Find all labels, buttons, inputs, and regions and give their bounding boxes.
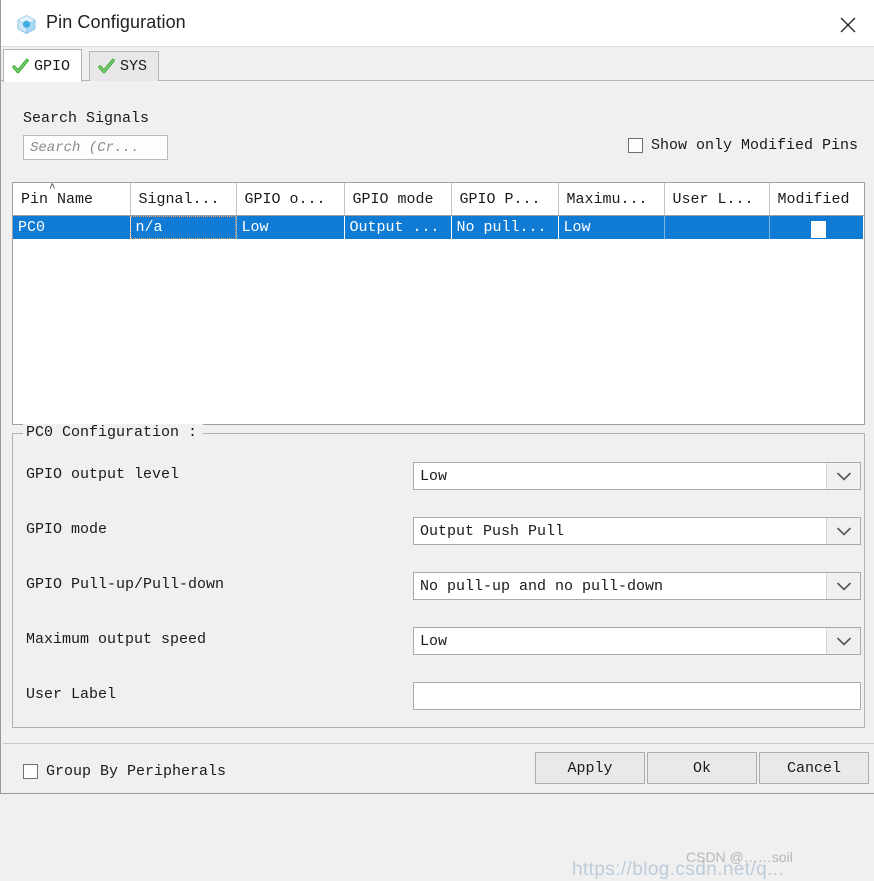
footer-divider (3, 743, 874, 744)
column-label: Modified (777, 190, 850, 208)
cell-gpio-mode[interactable]: Output ... (344, 215, 451, 239)
group-title: PC0 Configuration : (23, 424, 204, 441)
column-header-gpio-mode[interactable]: GPIO mode (344, 183, 452, 216)
table-header-row: ^ Pin Name Signal... GPIO o... GPIO mode… (13, 183, 864, 216)
green-check-icon (12, 58, 29, 75)
cell-modified[interactable] (769, 215, 864, 239)
tab-sys[interactable]: SYS (89, 51, 160, 81)
column-header-maximum-speed[interactable]: Maximu... (558, 183, 665, 216)
modified-checkbox[interactable] (811, 220, 827, 238)
selected-value: Low (420, 467, 448, 485)
column-header-modified[interactable]: Modified (769, 183, 864, 216)
column-label: Maximu... (566, 190, 648, 208)
checkbox-box (23, 764, 38, 779)
chevron-down-icon (826, 573, 860, 599)
field-gpio-output-level: GPIO output level Low (13, 462, 866, 490)
column-header-signal[interactable]: Signal... (130, 183, 237, 216)
field-user-label: User Label (13, 682, 866, 710)
dialog-body: Search Signals Show only Modified Pins ^ (2, 81, 874, 880)
window-title: Pin Configuration (46, 12, 186, 32)
close-icon[interactable] (821, 0, 874, 47)
watermark-user: CSDN @……soil (686, 849, 793, 865)
ok-button[interactable]: Ok (647, 752, 757, 784)
apply-button[interactable]: Apply (535, 752, 645, 784)
cancel-button[interactable]: Cancel (759, 752, 869, 784)
field-label: GPIO mode (26, 521, 108, 538)
show-only-modified-pins-checkbox[interactable]: Show only Modified Pins (627, 137, 858, 154)
column-label: GPIO o... (244, 190, 326, 208)
watermark-url: https://blog.csdn.net/q... (572, 859, 785, 880)
gpio-pull-select[interactable]: No pull-up and no pull-down (413, 572, 861, 600)
column-label: GPIO P... (459, 190, 541, 208)
group-by-peripherals-checkbox[interactable]: Group By Peripherals (23, 763, 226, 780)
selected-value: Low (420, 632, 448, 650)
field-label: GPIO output level (26, 466, 180, 483)
field-maximum-output-speed: Maximum output speed Low (13, 627, 866, 655)
field-label: Maximum output speed (26, 631, 207, 648)
cell-gpio-pull[interactable]: No pull... (451, 215, 558, 239)
selected-value: Output Push Pull (420, 522, 565, 540)
column-header-pin-name[interactable]: ^ Pin Name (13, 183, 131, 216)
cell-gpio-output-level[interactable]: Low (236, 215, 344, 239)
column-header-user-label[interactable]: User L... (664, 183, 770, 216)
cell-maximum-speed[interactable]: Low (558, 215, 665, 239)
column-label: GPIO mode (352, 190, 434, 208)
title-bar: Pin Configuration (1, 0, 874, 47)
user-label-input[interactable] (413, 682, 861, 710)
tab-strip: GPIO SYS (1, 47, 874, 82)
group-by-peripherals-label: Group By Peripherals (46, 763, 227, 780)
column-label: Pin Name (21, 190, 94, 208)
column-label: User L... (672, 190, 754, 208)
maximum-output-speed-select[interactable]: Low (413, 627, 861, 655)
cube-icon (16, 14, 37, 35)
gpio-mode-select[interactable]: Output Push Pull (413, 517, 861, 545)
sort-ascending-icon: ^ (49, 183, 56, 195)
field-gpio-mode: GPIO mode Output Push Pull (13, 517, 866, 545)
show-only-modified-pins-label: Show only Modified Pins (650, 137, 858, 154)
gpio-output-level-select[interactable]: Low (413, 462, 861, 490)
pin-configuration-group: PC0 Configuration : GPIO output level Lo… (12, 424, 866, 728)
tab-sys-label: SYS (120, 58, 148, 75)
column-header-gpio-pull[interactable]: GPIO P... (451, 183, 559, 216)
column-label: Signal... (138, 190, 220, 208)
tab-gpio-label: GPIO (34, 57, 71, 75)
column-header-gpio-output-level[interactable]: GPIO o... (236, 183, 345, 216)
cell-signal[interactable]: n/a (130, 215, 237, 239)
tab-gpio[interactable]: GPIO (3, 49, 83, 82)
chevron-down-icon (826, 463, 860, 489)
selected-value: No pull-up and no pull-down (420, 577, 664, 595)
field-gpio-pull-up-pull-down: GPIO Pull-up/Pull-down No pull-up and no… (13, 572, 866, 600)
chevron-down-icon (826, 518, 860, 544)
checkbox-box (627, 138, 643, 153)
cell-pin-name[interactable]: PC0 (13, 215, 130, 239)
pins-table: ^ Pin Name Signal... GPIO o... GPIO mode… (12, 182, 865, 425)
field-label: User Label (26, 686, 117, 703)
search-signals-label: Search Signals (23, 110, 150, 127)
table-row[interactable]: PC0 n/a Low Output ... No pull... Low (13, 215, 864, 239)
pin-configuration-dialog: Pin Configuration GPIO SYS Search Signal… (0, 0, 874, 880)
cell-user-label[interactable] (664, 215, 770, 239)
field-label: GPIO Pull-up/Pull-down (26, 576, 225, 593)
green-check-icon (98, 58, 115, 75)
search-input[interactable] (23, 135, 168, 160)
chevron-down-icon (826, 628, 860, 654)
